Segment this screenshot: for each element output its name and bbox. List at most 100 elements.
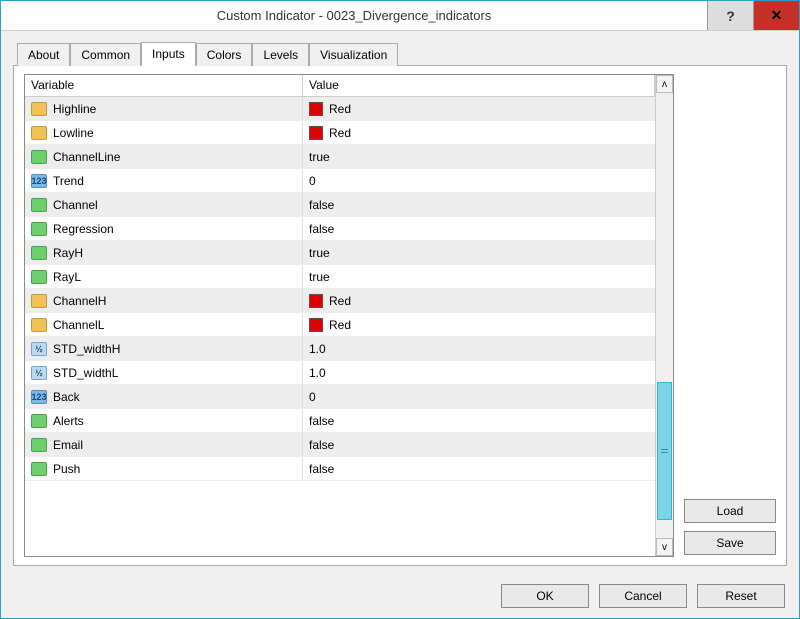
- variable-cell: ½STD_widthL: [25, 361, 303, 384]
- color-type-icon: [31, 294, 47, 308]
- side-buttons: Load Save: [684, 74, 776, 557]
- table-row[interactable]: Regression false: [25, 217, 655, 241]
- tab-panel-inputs: Variable Value HighlineRedLowlineRedChan…: [13, 65, 787, 566]
- value-cell[interactable]: Red: [303, 313, 655, 336]
- bool-type-icon: [31, 222, 47, 236]
- bool-type-icon: [31, 246, 47, 260]
- variable-name: RayL: [53, 270, 81, 284]
- value-cell[interactable]: false: [303, 433, 655, 456]
- table-row[interactable]: Alerts false: [25, 409, 655, 433]
- value-text: true: [309, 150, 330, 164]
- tabstrip: About Common Inputs Colors Levels Visual…: [13, 41, 787, 65]
- tab-about[interactable]: About: [17, 43, 70, 66]
- variable-name: Regression: [53, 222, 114, 236]
- help-button[interactable]: ?: [707, 1, 753, 30]
- int-type-icon: 123: [31, 174, 47, 188]
- int-type-icon: 123: [31, 390, 47, 404]
- load-button[interactable]: Load: [684, 499, 776, 523]
- table-row[interactable]: ChannelLine true: [25, 145, 655, 169]
- variable-name: Alerts: [53, 414, 84, 428]
- value-text: Red: [329, 318, 351, 332]
- color-swatch-icon: [309, 102, 323, 116]
- table-row[interactable]: RayL true: [25, 265, 655, 289]
- scroll-down-arrow-icon[interactable]: v: [656, 538, 673, 556]
- value-text: true: [309, 246, 330, 260]
- tab-levels[interactable]: Levels: [252, 43, 309, 66]
- table-row[interactable]: ½STD_widthH 1.0: [25, 337, 655, 361]
- value-text: true: [309, 270, 330, 284]
- table-row[interactable]: 123Trend0: [25, 169, 655, 193]
- variable-cell: 123 Back: [25, 385, 303, 408]
- table-row[interactable]: Push false: [25, 457, 655, 481]
- variable-name: ChannelH: [53, 294, 106, 308]
- value-cell[interactable]: Red: [303, 121, 655, 144]
- variable-name: Back: [53, 390, 80, 404]
- variable-cell: Email: [25, 433, 303, 456]
- value-text: false: [309, 222, 334, 236]
- variable-cell: Lowline: [25, 121, 303, 144]
- value-cell[interactable]: 1.0: [303, 337, 655, 360]
- value-text: 1.0: [309, 342, 326, 356]
- window-title: Custom Indicator - 0023_Divergence_indic…: [1, 8, 707, 23]
- variable-cell: ½STD_widthH: [25, 337, 303, 360]
- value-text: 1.0: [309, 366, 326, 380]
- value-text: 0: [309, 390, 316, 404]
- save-button[interactable]: Save: [684, 531, 776, 555]
- bool-type-icon: [31, 414, 47, 428]
- column-header-variable[interactable]: Variable: [25, 75, 303, 96]
- ok-button[interactable]: OK: [501, 584, 589, 608]
- table-row[interactable]: HighlineRed: [25, 97, 655, 121]
- value-cell[interactable]: false: [303, 193, 655, 216]
- value-cell[interactable]: 1.0: [303, 361, 655, 384]
- value-cell[interactable]: true: [303, 145, 655, 168]
- value-cell[interactable]: Red: [303, 97, 655, 120]
- variable-cell: RayH: [25, 241, 303, 264]
- tab-colors[interactable]: Colors: [196, 43, 253, 66]
- tab-common[interactable]: Common: [70, 43, 141, 66]
- reset-button[interactable]: Reset: [697, 584, 785, 608]
- vertical-scrollbar[interactable]: ʌ v: [655, 75, 673, 556]
- scroll-up-arrow-icon[interactable]: ʌ: [656, 75, 673, 93]
- table-row[interactable]: ChannelL Red: [25, 313, 655, 337]
- table-row[interactable]: RayH true: [25, 241, 655, 265]
- value-text: Red: [329, 294, 351, 308]
- value-cell[interactable]: true: [303, 241, 655, 264]
- value-cell[interactable]: 0: [303, 385, 655, 408]
- value-cell[interactable]: true: [303, 265, 655, 288]
- color-swatch-icon: [309, 126, 323, 140]
- color-type-icon: [31, 102, 47, 116]
- variable-name: RayH: [53, 246, 83, 260]
- value-text: Red: [329, 102, 351, 116]
- table-row[interactable]: ChannelH Red: [25, 289, 655, 313]
- variable-name: Push: [53, 462, 80, 476]
- value-text: false: [309, 414, 334, 428]
- value-text: Red: [329, 126, 351, 140]
- value-cell[interactable]: Red: [303, 289, 655, 312]
- cancel-button[interactable]: Cancel: [599, 584, 687, 608]
- value-cell[interactable]: 0: [303, 169, 655, 192]
- column-header-value[interactable]: Value: [303, 75, 655, 96]
- table-row[interactable]: Lowline Red: [25, 121, 655, 145]
- bool-type-icon: [31, 198, 47, 212]
- value-cell[interactable]: false: [303, 409, 655, 432]
- dialog-body: About Common Inputs Colors Levels Visual…: [1, 31, 799, 574]
- close-button[interactable]: ✕: [753, 1, 799, 30]
- table-row[interactable]: 123 Back 0: [25, 385, 655, 409]
- table-row[interactable]: Channelfalse: [25, 193, 655, 217]
- grid-body: Variable Value HighlineRedLowlineRedChan…: [25, 75, 655, 556]
- value-cell[interactable]: false: [303, 457, 655, 480]
- table-row[interactable]: ½STD_widthL 1.0: [25, 361, 655, 385]
- bool-type-icon: [31, 150, 47, 164]
- value-cell[interactable]: false: [303, 217, 655, 240]
- variable-name: ChannelL: [53, 318, 104, 332]
- tab-inputs[interactable]: Inputs: [141, 42, 196, 66]
- value-text: false: [309, 438, 334, 452]
- color-type-icon: [31, 126, 47, 140]
- tab-visualization[interactable]: Visualization: [309, 43, 398, 66]
- variable-cell: ChannelLine: [25, 145, 303, 168]
- scroll-track[interactable]: [656, 93, 673, 538]
- scroll-thumb[interactable]: [657, 382, 672, 520]
- color-swatch-icon: [309, 294, 323, 308]
- variable-name: Email: [53, 438, 83, 452]
- table-row[interactable]: Email false: [25, 433, 655, 457]
